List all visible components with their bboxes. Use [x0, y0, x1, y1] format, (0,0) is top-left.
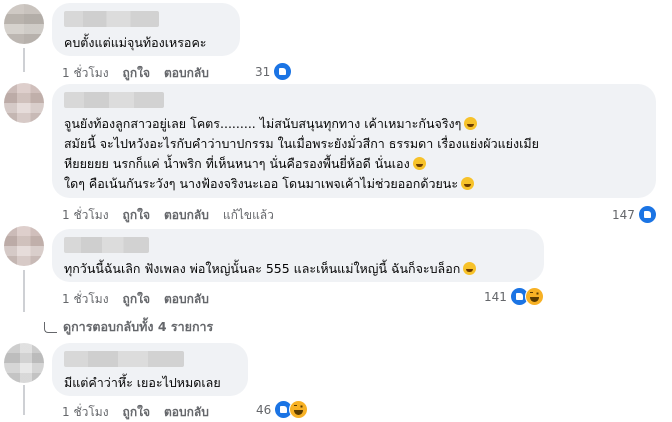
comment-actions: 1 ชั่วโมง ถูกใจ ตอบกลับ — [62, 290, 209, 309]
rofl-emoji-icon — [464, 117, 478, 130]
comment-text: มีแต่คำว่าหึ้ะ เยอะไปหมดเลย — [64, 375, 221, 390]
timestamp[interactable]: 1 ชั่วโมง — [62, 206, 109, 225]
comment-bubble: จูนยังท้องลูกสาวอยู่เลย โคตร......... ไม… — [52, 84, 656, 198]
reaction-summary[interactable]: 31 — [255, 62, 293, 81]
comment-text: ทุกวันนี้ฉันเลิก ฟังเพลง พ่อใหญ่นั้นละ 5… — [64, 259, 532, 279]
avatar[interactable] — [4, 83, 44, 123]
edited-label[interactable]: แก้ไขแล้ว — [223, 206, 274, 225]
reaction-summary[interactable]: 147 — [612, 205, 657, 224]
haha-icon — [524, 287, 544, 306]
view-replies-link[interactable]: ดูการตอบกลับทั้ง 4 รายการ — [44, 317, 213, 337]
reply-button[interactable]: ตอบกลับ — [164, 64, 209, 83]
like-icon — [637, 205, 657, 224]
timestamp[interactable]: 1 ชั่วโมง — [62, 290, 109, 309]
reply-button[interactable]: ตอบกลับ — [164, 290, 209, 309]
comment-bubble: มีแต่คำว่าหึ้ะ เยอะไปหมดเลย — [52, 343, 248, 396]
thread-line — [23, 385, 25, 415]
rofl-emoji-icon — [412, 157, 426, 170]
like-icon — [273, 62, 293, 81]
comment-text-line: จูนยังท้องลูกสาวอยู่เลย โคตร......... ไม… — [64, 114, 644, 134]
like-button[interactable]: ถูกใจ — [123, 206, 150, 225]
comment-actions: 1 ชั่วโมง ถูกใจ ตอบกลับ แก้ไขแล้ว — [62, 206, 274, 225]
reaction-count: 46 — [256, 402, 272, 417]
timestamp[interactable]: 1 ชั่วโมง — [62, 403, 109, 422]
avatar[interactable] — [4, 343, 44, 383]
comment-actions: 1 ชั่วโมง ถูกใจ ตอบกลับ — [62, 64, 209, 83]
like-button[interactable]: ถูกใจ — [123, 403, 150, 422]
comment-text: คบตั้งแต่แม่จุนท้องเหรอคะ — [64, 35, 207, 50]
reaction-summary[interactable]: 141 — [484, 287, 544, 306]
comment-text-line: สมัยนี้ จะไปหวังอะไรกับคำว่าบาปกรรม ในเม… — [64, 136, 539, 151]
reaction-count: 141 — [484, 289, 507, 304]
rofl-emoji-icon — [461, 177, 475, 190]
haha-icon — [289, 400, 309, 419]
reaction-count: 147 — [612, 207, 635, 222]
avatar[interactable] — [4, 226, 44, 266]
laugh-emoji-icon — [463, 262, 477, 275]
view-replies-label[interactable]: ดูการตอบกลับทั้ง 4 รายการ — [63, 317, 213, 337]
author-name[interactable] — [64, 92, 164, 108]
like-button[interactable]: ถูกใจ — [123, 290, 150, 309]
timestamp[interactable]: 1 ชั่วโมง — [62, 64, 109, 83]
avatar[interactable] — [4, 4, 44, 44]
comment-actions: 1 ชั่วโมง ถูกใจ ตอบกลับ — [62, 403, 209, 422]
reaction-count: 31 — [255, 64, 271, 79]
reaction-summary[interactable]: 46 — [256, 400, 309, 419]
comment-bubble: คบตั้งแต่แม่จุนท้องเหรอคะ — [52, 3, 240, 56]
thread-line — [23, 48, 25, 72]
author-name[interactable] — [64, 237, 149, 253]
comment-text-line: หียยยยย นรกก็แค่ น้ำพริก ที่เห็นหนาๆ นั่… — [64, 154, 644, 174]
like-button[interactable]: ถูกใจ — [123, 64, 150, 83]
comment-bubble: ทุกวันนี้ฉันเลิก ฟังเพลง พ่อใหญ่นั้นละ 5… — [52, 229, 544, 282]
reply-button[interactable]: ตอบกลับ — [164, 403, 209, 422]
reply-arrow-icon — [44, 321, 57, 333]
thread-line — [23, 270, 25, 312]
reply-button[interactable]: ตอบกลับ — [164, 206, 209, 225]
author-name[interactable] — [64, 351, 184, 367]
comment-text-line: ใดๆ คือเน้นกันระวังๆ นางฟ้องจริงนะเออ โด… — [64, 174, 644, 194]
author-name[interactable] — [64, 11, 159, 27]
